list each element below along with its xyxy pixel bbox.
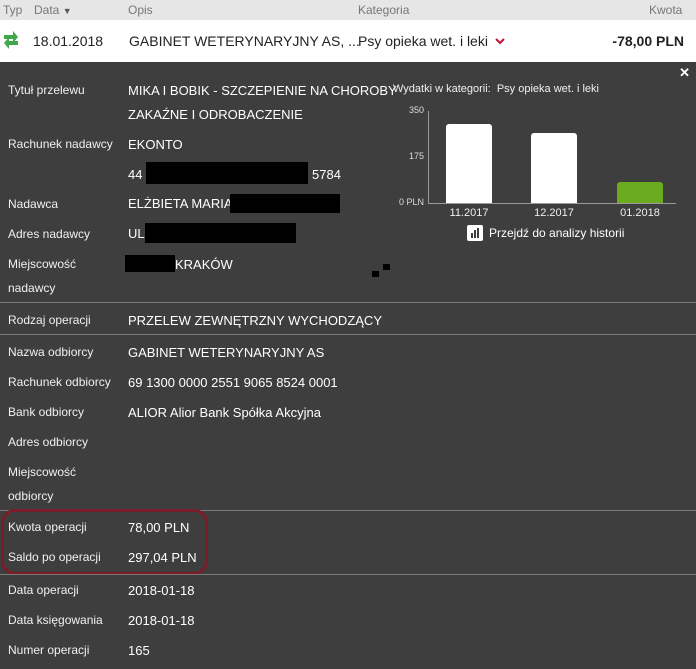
recipient-bank-value: ALIOR Alior Bank Spółka Akcyjna [128, 405, 321, 420]
divider [0, 334, 696, 335]
transaction-details-panel: ✕ Tytuł przelewu MIKA I BOBIK - SZCZEPIE… [0, 62, 696, 669]
sender-address-value: UL [128, 226, 145, 241]
operation-date-label: Data operacji [8, 583, 79, 597]
category-dropdown[interactable]: Psy opieka wet. i leki [358, 33, 505, 49]
recipient-address-label: Adres odbiorcy [8, 435, 89, 449]
chart-x-tick: 11.2017 [449, 207, 489, 219]
operation-type-label: Rodzaj operacji [8, 313, 91, 327]
category-label: Psy opieka wet. i leki [358, 33, 488, 49]
sender-address-label: Adres nadawcy [8, 227, 91, 241]
col-data[interactable]: Data ▼ [34, 3, 72, 17]
recipient-name-label: Nazwa odbiorcy [8, 345, 94, 359]
transfer-arrows-icon [4, 31, 18, 49]
chevron-down-icon [495, 38, 505, 45]
col-typ[interactable]: Typ [3, 3, 22, 17]
operation-date-value: 2018-01-18 [128, 583, 195, 598]
sender-account-suffix: 5784 [312, 167, 341, 182]
history-analysis-link[interactable]: Przejdź do analizy historii [467, 225, 624, 241]
sender-value: ELŻBIETA MARIA [128, 196, 233, 211]
chart-title: Wydatki w kategorii: Psy opieka wet. i l… [393, 83, 599, 95]
transaction-row[interactable]: 18.01.2018 GABINET WETERYNARYJNY AS, ...… [0, 20, 696, 62]
transaction-date: 18.01.2018 [33, 33, 104, 49]
chart-x-tick: 12.2017 [534, 207, 574, 219]
col-data-label: Data [34, 3, 60, 17]
redaction-box [230, 194, 340, 213]
column-header-bar: Typ Data ▼ Opis Kategoria Kwota [0, 0, 696, 20]
bar-chart-icon [467, 225, 483, 241]
recipient-name-value: GABINET WETERYNARYJNY AS [128, 345, 325, 360]
chart-x-axis [428, 203, 676, 204]
operation-type-value: PRZELEW ZEWNĘTRZNY WYCHODZĄCY [128, 313, 382, 328]
highlight-oval [1, 509, 208, 575]
sender-label: Nadawca [8, 197, 59, 211]
recipient-city-label-2: odbiorcy [8, 489, 54, 503]
chart-bar [617, 182, 663, 203]
redaction-box [125, 255, 175, 272]
recipient-city-label-1: Miejscowość [8, 465, 77, 479]
history-analysis-label: Przejdź do analizy historii [489, 226, 625, 240]
chart-y-axis [428, 111, 429, 203]
sender-account-prefix: 44 [128, 167, 143, 182]
redaction-box [146, 162, 308, 184]
chart-x-tick: 01.2018 [620, 207, 660, 219]
title-value-2: ZAKAŹNE I ODROBACZENIE [128, 107, 303, 122]
chart-title-category: Psy opieka wet. i leki [496, 83, 599, 95]
col-opis[interactable]: Opis [128, 3, 153, 17]
recipient-bank-label: Bank odbiorcy [8, 405, 85, 419]
col-kategoria[interactable]: Kategoria [358, 3, 409, 17]
sender-city-label-2: nadawcy [8, 281, 56, 295]
redaction-box [372, 271, 379, 277]
redaction-box [383, 264, 390, 270]
chart-y-tick: 175 [408, 151, 424, 161]
sender-city-label-1: Miejscowość [8, 257, 77, 271]
title-label: Tytuł przelewu [8, 83, 85, 97]
close-icon[interactable]: ✕ [679, 65, 690, 81]
booking-date-label: Data księgowania [8, 613, 103, 627]
booking-date-value: 2018-01-18 [128, 613, 195, 628]
sort-down-icon: ▼ [62, 6, 72, 16]
transaction-amount: -78,00 PLN [612, 33, 684, 49]
redaction-box [145, 223, 296, 243]
chart-bar [531, 133, 577, 203]
chart-y-tick: 0 PLN [398, 197, 424, 207]
chart-y-tick: 350 [408, 105, 424, 115]
sender-city-value: KRAKÓW [175, 257, 233, 272]
chart-title-prefix: Wydatki w kategorii: [393, 83, 491, 95]
divider [0, 302, 696, 303]
sender-account-name: EKONTO [128, 137, 183, 152]
transaction-description: GABINET WETERYNARYJNY AS, ... [129, 33, 360, 49]
title-value-1: MIKA I BOBIK - SZCZEPIENIE NA CHOROBY [128, 83, 397, 98]
chart-bar [446, 124, 492, 203]
divider [0, 574, 696, 575]
sender-account-label: Rachunek nadawcy [8, 137, 113, 151]
operation-number-label: Numer operacji [8, 643, 90, 657]
col-kwota[interactable]: Kwota [649, 3, 682, 17]
recipient-account-label: Rachunek odbiorcy [8, 375, 111, 389]
recipient-account-value: 69 1300 0000 2551 9065 8524 0001 [128, 375, 338, 390]
operation-number-value: 165 [128, 643, 150, 658]
